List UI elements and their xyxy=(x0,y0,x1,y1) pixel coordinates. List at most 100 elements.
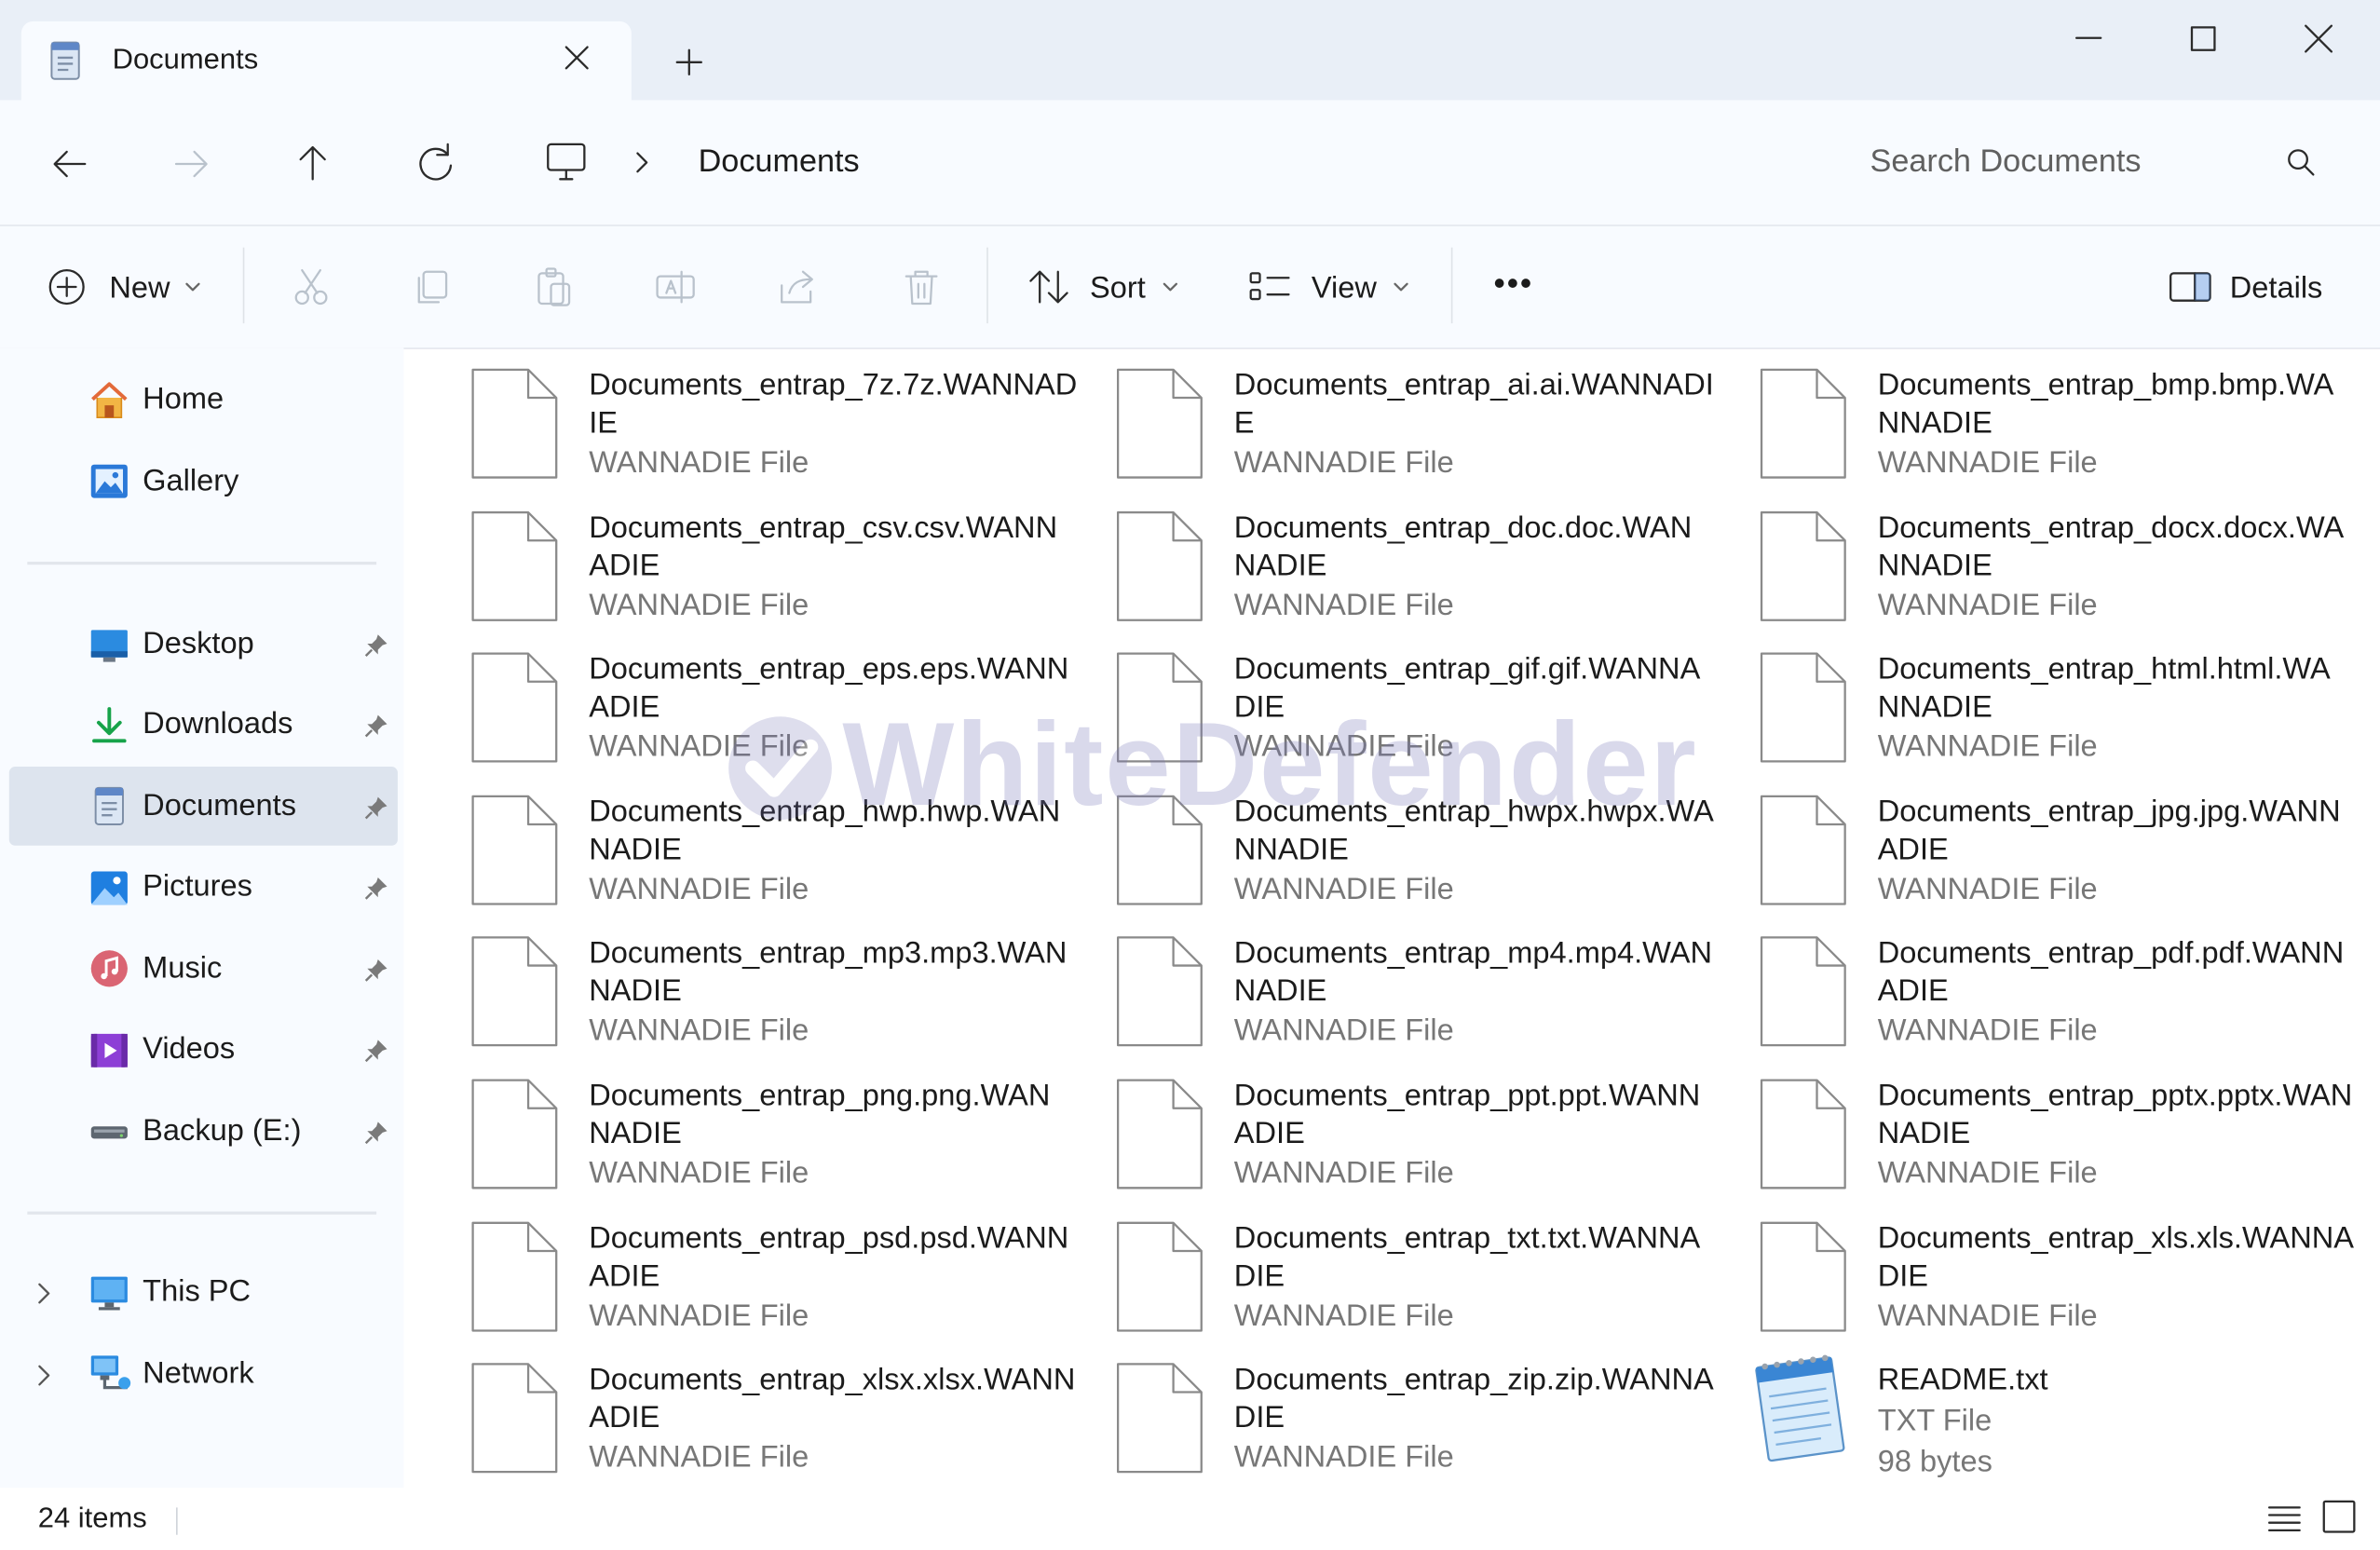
file-item[interactable]: Documents_entrap_doc.doc.WAN NADIE WANNADI… xyxy=(1116,507,1738,634)
file-item[interactable]: Documents_entrap_zip.zip.WANNA DIE WANNADI… xyxy=(1116,1359,1738,1487)
file-name: Documents_entrap_html.html.WA xyxy=(1877,652,2331,687)
file-item[interactable]: Documents_entrap_xls.xls.WANNA DIE WANNADI… xyxy=(1760,1217,2380,1345)
chevron-right-icon[interactable] xyxy=(625,145,659,179)
new-label[interactable]: New xyxy=(109,272,170,306)
sidebar-item-home[interactable]: Home xyxy=(143,383,224,417)
file-name: Documents_entrap_ai.ai.WANNADI xyxy=(1233,369,1714,402)
file-name-continued: ADIE xyxy=(1877,974,1949,1009)
pin-icon[interactable] xyxy=(362,794,389,821)
sidebar-item-network[interactable]: Network xyxy=(143,1357,254,1392)
file-item[interactable]: Documents_entrap_jpg.jpg.WANN ADIE WANNADI… xyxy=(1760,791,2380,918)
breadcrumb-current[interactable]: Documents xyxy=(699,144,860,181)
forward-button[interactable] xyxy=(164,137,219,192)
up-button[interactable] xyxy=(285,137,340,192)
close-tab-icon[interactable] xyxy=(559,39,595,75)
file-item[interactable]: Documents_entrap_ai.ai.WANNADI E WANNADIE … xyxy=(1116,364,1738,492)
toolbar-divider xyxy=(986,247,988,324)
minimize-button[interactable] xyxy=(2059,19,2119,67)
file-name: Documents_entrap_bmp.bmp.WA xyxy=(1877,369,2334,402)
chevron-down-icon[interactable] xyxy=(1160,277,1181,298)
chevron-right-icon[interactable] xyxy=(31,1362,58,1389)
network-icon xyxy=(88,1353,134,1395)
refresh-button[interactable] xyxy=(408,137,463,192)
details-pane-icon[interactable] xyxy=(2168,267,2213,306)
file-item[interactable]: Documents_entrap_xlsx.xlsx.WANN ADIE WANNA… xyxy=(470,1359,1093,1487)
maximize-button[interactable] xyxy=(2172,19,2233,67)
sidebar-item-downloads[interactable]: Downloads xyxy=(143,707,292,741)
file-item[interactable]: Documents_entrap_docx.docx.WA NNADIE WANNA… xyxy=(1760,507,2380,634)
view-icon[interactable] xyxy=(1244,265,1293,308)
sidebar-item-desktop[interactable]: Desktop xyxy=(143,627,254,661)
back-button[interactable] xyxy=(43,137,98,192)
new-tab-button[interactable] xyxy=(668,43,711,82)
file-type: WANNADIE File xyxy=(589,729,809,764)
file-item[interactable]: README.txt TXT File 98 bytes xyxy=(1755,1354,2380,1487)
file-type: WANNADIE File xyxy=(1877,1156,2098,1190)
sidebar-item-pictures[interactable]: Pictures xyxy=(143,870,252,904)
search-input[interactable]: Search Documents xyxy=(1870,144,2142,181)
view-label[interactable]: View xyxy=(1312,272,1377,306)
paste-icon[interactable] xyxy=(531,265,577,310)
file-item[interactable]: Documents_entrap_ppt.ppt.WANN ADIE WANNADI… xyxy=(1116,1075,1738,1203)
chevron-down-icon[interactable] xyxy=(183,277,204,298)
rename-icon[interactable] xyxy=(653,265,699,310)
file-type: WANNADIE File xyxy=(1233,1013,1454,1048)
file-item[interactable]: Documents_entrap_mp4.mp4.WAN NADIE WANNADI… xyxy=(1116,932,1738,1060)
monitor-icon[interactable] xyxy=(540,138,592,186)
pin-icon[interactable] xyxy=(362,632,389,659)
chevron-right-icon[interactable] xyxy=(31,1280,58,1307)
file-item[interactable]: Documents_entrap_png.png.WAN NADIE WANNADI… xyxy=(470,1075,1093,1203)
file-item[interactable]: Documents_entrap_csv.csv.WANN ADIE WANNADI… xyxy=(470,507,1093,634)
sidebar-divider xyxy=(27,1211,377,1215)
details-view-icon[interactable] xyxy=(2264,1500,2304,1536)
file-name-continued: NNADIE xyxy=(1877,690,1992,725)
file-item[interactable]: Documents_entrap_psd.psd.WANN ADIE WANNADI… xyxy=(470,1217,1093,1345)
file-name-continued: NADIE xyxy=(1877,1117,1971,1151)
file-item[interactable]: Documents_entrap_pdf.pdf.WANN ADIE WANNADI… xyxy=(1760,932,2380,1060)
file-type: WANNADIE File xyxy=(589,1013,809,1048)
large-icons-view-icon[interactable] xyxy=(2319,1497,2359,1536)
file-item[interactable]: Documents_entrap_7z.7z.WANNAD IE WANNADIE … xyxy=(470,364,1093,492)
file-item[interactable]: Documents_entrap_html.html.WA NNADIE WANNA… xyxy=(1760,648,2380,776)
details-label[interactable]: Details xyxy=(2230,272,2323,306)
copy-icon[interactable] xyxy=(410,265,456,310)
file-type: WANNADIE File xyxy=(589,1156,809,1190)
file-item[interactable]: Documents_entrap_mp3.mp3.WAN NADIE WANNADI… xyxy=(470,932,1093,1060)
file-name: Documents_entrap_zip.zip.WANNA xyxy=(1233,1363,1714,1397)
file-item[interactable]: Documents_entrap_txt.txt.WANNA DIE WANNADI… xyxy=(1116,1217,1738,1345)
file-type: TXT File xyxy=(1877,1404,1992,1438)
file-type: WANNADIE File xyxy=(1877,1299,2098,1333)
file-icon xyxy=(1116,367,1204,480)
file-name: Documents_entrap_psd.psd.WANN xyxy=(589,1221,1069,1256)
share-icon[interactable] xyxy=(774,265,820,310)
new-button[interactable] xyxy=(46,265,88,308)
pin-icon[interactable] xyxy=(362,875,389,902)
file-icon xyxy=(1116,1362,1204,1475)
file-item[interactable]: Documents_entrap_bmp.bmp.WA NNADIE WANNADI… xyxy=(1760,364,2380,492)
file-name-continued: NADIE xyxy=(589,974,682,1009)
sidebar-item-music[interactable]: Music xyxy=(143,952,222,986)
sidebar-item-videos[interactable]: Videos xyxy=(143,1032,235,1067)
sidebar-item-gallery[interactable]: Gallery xyxy=(143,465,238,499)
delete-icon[interactable] xyxy=(899,265,945,310)
pin-icon[interactable] xyxy=(362,957,389,984)
pin-icon[interactable] xyxy=(362,1037,389,1064)
downloads-icon xyxy=(88,704,131,747)
documents-icon xyxy=(48,41,82,80)
close-window-button[interactable] xyxy=(2289,19,2349,67)
file-item[interactable]: Documents_entrap_pptx.pptx.WAN NADIE WANNA… xyxy=(1760,1075,2380,1203)
pin-icon[interactable] xyxy=(362,1119,389,1146)
chevron-down-icon[interactable] xyxy=(1391,277,1412,298)
sort-label[interactable]: Sort xyxy=(1090,272,1146,306)
file-type: WANNADIE File xyxy=(1233,1299,1454,1333)
more-options-button[interactable]: ••• xyxy=(1493,265,1533,304)
file-name: Documents_entrap_ppt.ppt.WANN xyxy=(1233,1079,1701,1113)
sort-icon[interactable] xyxy=(1027,265,1072,308)
sidebar-item-this-pc[interactable]: This PC xyxy=(143,1275,251,1310)
pin-icon[interactable] xyxy=(362,712,389,739)
cut-icon[interactable] xyxy=(289,265,334,310)
file-icon xyxy=(470,935,559,1048)
file-name: Documents_entrap_xls.xls.WANNA xyxy=(1877,1221,2355,1256)
search-icon[interactable] xyxy=(2283,144,2319,181)
sidebar-item-backup-e[interactable]: Backup (E:) xyxy=(143,1114,301,1149)
